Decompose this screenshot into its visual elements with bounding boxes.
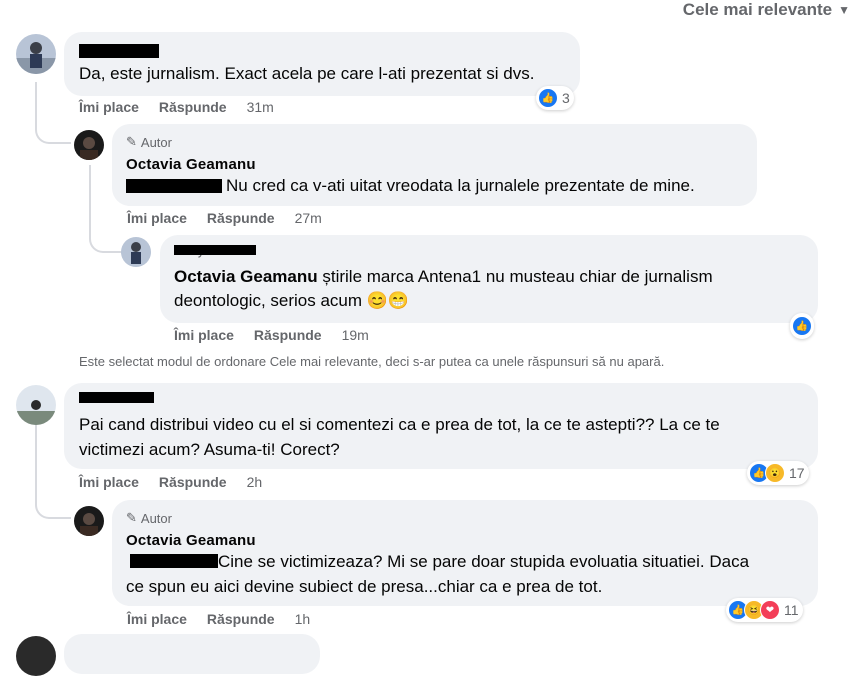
comment-bubble [64, 634, 320, 674]
comment-bubble: Da, este jurnalism. Exact acela pe care … [64, 32, 580, 96]
reply-button[interactable]: Răspunde [254, 327, 322, 343]
comment-actions: Îmi place Răspunde 1h [127, 611, 310, 627]
redacted-name [79, 44, 159, 58]
redacted-name [79, 392, 154, 403]
timestamp[interactable]: 31m [247, 99, 274, 115]
redacted-mention [130, 554, 218, 568]
like-button[interactable]: Îmi place [79, 99, 139, 115]
comment-text: Da, este jurnalism. Exact acela pe care … [79, 64, 535, 83]
reply-bubble: ✎ Autor Octavia Geamanu Nu cred ca v-ati… [112, 124, 757, 206]
comment-actions: Îmi place Răspunde 2h [79, 474, 262, 490]
comment-text: Nu cred ca v-ati uitat vreodata la jurna… [226, 176, 695, 195]
reply-button[interactable]: Răspunde [159, 99, 227, 115]
thread-connector [35, 82, 71, 144]
redacted-name [174, 245, 256, 255]
like-icon: 👍 [538, 88, 558, 108]
sort-label: Cele mai relevante [682, 0, 833, 19]
comment-actions: Îmi place Răspunde 31m [79, 99, 274, 115]
commenter-name[interactable]: Octavia Geamanu [126, 156, 256, 173]
comment-text: Cine se victimizeaza? Mi se pare doar st… [218, 552, 750, 571]
comment-text-line2: deontologic, serios acum 😊😁 [174, 291, 410, 310]
commenter-name[interactable]: Octavia Geamanu [126, 532, 256, 549]
chevron-down-icon: ▼ [838, 3, 850, 17]
like-icon: 👍 [792, 316, 812, 336]
like-button[interactable]: Îmi place [127, 210, 187, 226]
author-badge: ✎ Autor [126, 510, 172, 526]
comment-text: Pai cand distribui video cu el si coment… [79, 415, 720, 434]
timestamp[interactable]: 19m [342, 327, 369, 343]
reaction-summary[interactable]: 👍 😆 ❤ 11 [726, 598, 803, 622]
reaction-summary[interactable]: 👍 [790, 313, 814, 339]
like-button[interactable]: Îmi place [127, 611, 187, 627]
avatar[interactable] [16, 385, 56, 425]
avatar[interactable] [16, 34, 56, 74]
timestamp[interactable]: 2h [247, 474, 263, 490]
author-badge: ✎ Autor [126, 134, 172, 150]
comment-text-line2: victimezi acum? Asuma-ti! Corect? [79, 440, 340, 459]
like-button[interactable]: Îmi place [79, 474, 139, 490]
sorting-notice: Este selectat modul de ordonare Cele mai… [79, 354, 665, 369]
avatar[interactable] [74, 506, 104, 536]
reaction-count: 17 [789, 465, 805, 481]
timestamp[interactable]: 27m [295, 210, 322, 226]
reply-button[interactable]: Răspunde [207, 210, 275, 226]
reply-bubble: Seby Botez Octavia Geamanu știrile marca… [160, 235, 818, 323]
pencil-icon: ✎ [126, 510, 137, 525]
wow-icon: 😮 [765, 463, 785, 483]
comment-text-line2: ce spun eu aici devine subiect de presa.… [126, 577, 603, 596]
reaction-summary[interactable]: 👍 3 [536, 86, 574, 110]
like-button[interactable]: Îmi place [174, 327, 234, 343]
reaction-count: 11 [784, 602, 799, 618]
comment-actions: Îmi place Răspunde 27m [127, 210, 322, 226]
reply-button[interactable]: Răspunde [159, 474, 227, 490]
avatar[interactable] [121, 237, 151, 267]
reply-bubble: ✎ Autor Octavia Geamanu Cine se victimiz… [112, 500, 818, 606]
reply-button[interactable]: Răspunde [207, 611, 275, 627]
redacted-mention [126, 179, 222, 193]
love-icon: ❤ [760, 600, 780, 620]
reaction-summary[interactable]: 👍 😮 17 [747, 461, 809, 485]
pencil-icon: ✎ [126, 134, 137, 149]
comment-bubble: Otilia Stan Pai cand distribui video cu … [64, 383, 818, 469]
sort-dropdown[interactable]: Cele mai relevante ▼ [683, 0, 850, 20]
avatar[interactable] [16, 636, 56, 676]
reaction-count: 3 [562, 90, 570, 106]
timestamp[interactable]: 1h [295, 611, 311, 627]
comment-text: Octavia Geamanu știrile marca Antena1 nu… [174, 267, 713, 286]
avatar[interactable] [74, 130, 104, 160]
comment-actions: Îmi place Răspunde 19m [174, 327, 369, 343]
mention-link[interactable]: Octavia Geamanu [174, 267, 318, 286]
